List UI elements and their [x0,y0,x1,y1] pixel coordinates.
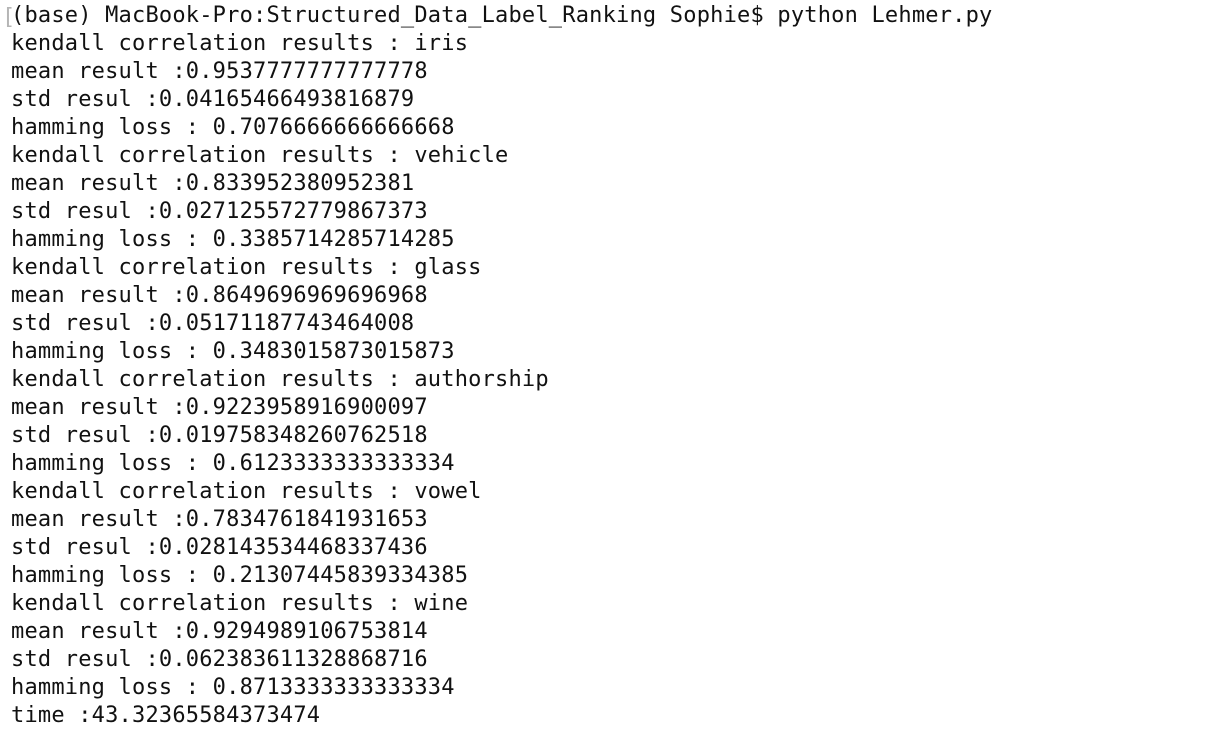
output-line: std resul :0.05171187743464008 [11,311,415,336]
output-line: hamming loss : 0.3483015873015873 [11,339,455,364]
output-line: std resul :0.019758348260762518 [11,423,428,448]
output-line: kendall correlation results : vowel [11,479,482,504]
output-line: kendall correlation results : vehicle [11,143,509,168]
output-line: hamming loss : 0.3385714285714285 [11,227,455,252]
output-line: hamming loss : 0.8713333333333334 [11,675,455,700]
output-line: mean result :0.9537777777777778 [11,59,428,84]
output-line: mean result :0.9223958916900097 [11,395,428,420]
terminal-output: (base) MacBook-Pro:Structured_Data_Label… [11,2,993,730]
command-line: (base) MacBook-Pro:Structured_Data_Label… [11,3,993,28]
output-line: mean result :0.9294989106753814 [11,619,428,644]
output-line: hamming loss : 0.6123333333333334 [11,451,455,476]
output-line: std resul :0.028143534468337436 [11,535,428,560]
output-line: std resul :0.062383611328868716 [11,647,428,672]
output-line: hamming loss : 0.21307445839334385 [11,563,469,588]
output-line: kendall correlation results : glass [11,255,482,280]
output-line: hamming loss : 0.7076666666666668 [11,115,455,140]
output-line: mean result :0.7834761841931653 [11,507,428,532]
terminal-window[interactable]: [ (base) MacBook-Pro:Structured_Data_Lab… [0,0,1226,728]
output-line: mean result :0.833952380952381 [11,171,415,196]
output-line: kendall correlation results : authorship [11,367,549,392]
output-line: kendall correlation results : wine [11,591,469,616]
output-line: kendall correlation results : iris [11,31,469,56]
output-line: time :43.32365584373474 [11,703,321,728]
output-line: std resul :0.04165466493816879 [11,87,415,112]
output-line: mean result :0.8649696969696968 [11,283,428,308]
output-line: std resul :0.027125572779867373 [11,199,428,224]
